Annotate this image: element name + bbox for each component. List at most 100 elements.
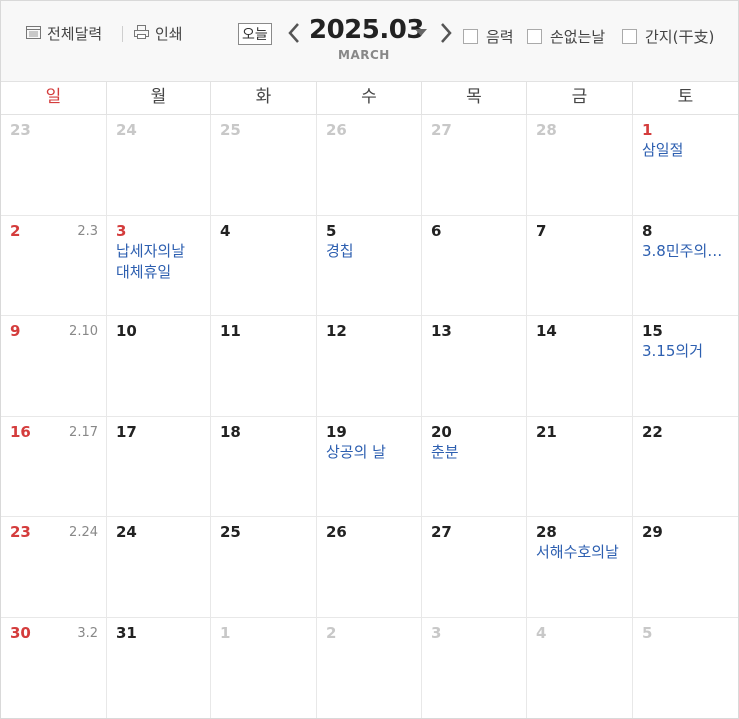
day-cell[interactable]: 23	[1, 115, 107, 215]
day-number: 17	[116, 422, 137, 441]
holiday-event[interactable]: 서해수호의날	[536, 542, 626, 562]
day-number: 8	[642, 221, 653, 240]
day-number: 5	[642, 623, 653, 642]
day-number: 24	[116, 523, 137, 541]
week-row: 22.33납세자의날대체휴일45경칩6783.8민주의거기념일	[1, 215, 738, 316]
day-cell[interactable]: 20 춘분	[422, 416, 527, 516]
day-cell[interactable]: 10	[107, 316, 211, 416]
no-spirit-day-option[interactable]: 손없는날	[527, 26, 605, 47]
day-number: 26	[326, 121, 347, 139]
day-cell[interactable]: 3	[422, 617, 527, 718]
day-cell[interactable]: 26	[317, 115, 422, 215]
day-cell[interactable]: 18	[211, 416, 317, 516]
ganji-checkbox[interactable]	[622, 29, 637, 44]
day-cell[interactable]: 4	[211, 215, 317, 315]
day-number: 14	[536, 322, 557, 340]
lunar-date: 2.17	[69, 424, 98, 440]
ganji-option[interactable]: 간지(干支)	[622, 26, 714, 47]
holiday-event[interactable]: 납세자의날	[116, 241, 206, 261]
full-calendar-button[interactable]: 전체달력	[26, 23, 102, 44]
day-cell[interactable]: 1 삼일절	[633, 115, 738, 215]
holiday-event[interactable]: 상공의 날	[326, 442, 416, 462]
no-spirit-day-checkbox[interactable]	[527, 29, 542, 44]
day-number: 4	[536, 623, 547, 642]
day-cell[interactable]: 83.8민주의거기념일	[633, 216, 738, 316]
day-number: 21	[536, 422, 557, 441]
week-row: 23 24 25 26 27 28 1 삼일절	[1, 115, 738, 216]
day-cell[interactable]: 22	[633, 417, 738, 517]
day-cell[interactable]: 1	[211, 617, 317, 718]
calendar-icon	[26, 25, 41, 43]
day-cell[interactable]: 25	[211, 115, 317, 215]
full-calendar-label: 전체달력	[47, 25, 103, 43]
holiday-event[interactable]: 춘분	[431, 442, 521, 462]
day-cell[interactable]: 13	[422, 316, 527, 416]
day-cell[interactable]: 26	[317, 517, 422, 617]
day-number: 2	[326, 623, 337, 642]
day-cell[interactable]: 7	[527, 215, 633, 315]
calendar-toolbar: 전체달력 인쇄 오늘 2025.03 MARCH 음력 손없는날 간지(干支)	[1, 1, 738, 82]
weekday-header: 일월화수목금 토	[1, 82, 738, 115]
day-number: 26	[326, 523, 347, 541]
holiday-event[interactable]: 3.15의거	[642, 341, 732, 361]
day-cell[interactable]: 24	[107, 115, 211, 215]
lunar-checkbox[interactable]	[463, 29, 478, 44]
day-number: 25	[220, 523, 241, 541]
week-row: 9 2.10 10 11 12 13 14 15 3.15의거	[1, 316, 738, 417]
day-cell[interactable]: 25	[211, 517, 317, 617]
day-cell[interactable]: 3 납세자의날 대체휴일	[107, 215, 211, 315]
lunar-date: 2.10	[69, 324, 98, 339]
print-button[interactable]: 인쇄	[134, 23, 183, 44]
lunar-label: 음력	[486, 28, 514, 46]
day-cell[interactable]: 28 서해수호의날	[527, 517, 633, 617]
day-cell[interactable]: 6	[422, 215, 527, 315]
today-button[interactable]: 오늘	[238, 23, 272, 45]
weekday-label: 목	[422, 82, 527, 114]
lunar-option[interactable]: 음력	[463, 26, 514, 47]
day-cell[interactable]: 23 2.24	[1, 517, 107, 617]
day-cell[interactable]: 29	[633, 517, 738, 617]
day-cell[interactable]: 15 3.15의거	[633, 316, 738, 416]
day-cell[interactable]: 21	[527, 416, 633, 516]
day-cell[interactable]: 5	[633, 618, 738, 719]
day-cell[interactable]: 30 3.2	[1, 617, 107, 718]
day-number: 31	[116, 623, 137, 642]
day-number: 22	[642, 422, 663, 441]
day-cell[interactable]: 19 상공의 날	[317, 416, 422, 516]
day-cell[interactable]: 14	[527, 316, 633, 416]
day-cell[interactable]: 27	[422, 115, 527, 215]
holiday-event[interactable]: 3.8민주의거기념일	[642, 241, 730, 261]
day-number: 19	[326, 422, 347, 441]
holiday-event[interactable]: 경칩	[326, 241, 416, 261]
day-cell[interactable]: 31	[107, 617, 211, 718]
weekday-label: 수	[317, 82, 422, 114]
next-month-arrow-icon[interactable]	[437, 19, 455, 47]
day-cell[interactable]: 2	[317, 617, 422, 718]
day-cell[interactable]: 9 2.10	[1, 316, 107, 416]
day-number: 27	[431, 121, 452, 139]
month-dropdown-caret-icon[interactable]	[415, 29, 427, 37]
day-cell[interactable]: 16 2.17	[1, 416, 107, 516]
day-cell[interactable]: 27	[422, 517, 527, 617]
day-number: 3	[116, 221, 127, 240]
prev-month-arrow-icon[interactable]	[285, 19, 303, 47]
holiday-event[interactable]: 대체휴일	[116, 262, 206, 282]
lunar-date: 2.3	[77, 223, 98, 239]
day-cell[interactable]: 17	[107, 416, 211, 516]
month-title[interactable]: 2025.03	[309, 15, 424, 45]
day-number: 13	[431, 322, 452, 340]
day-number: 11	[220, 322, 241, 340]
day-cell[interactable]: 24	[107, 517, 211, 617]
week-row: 23 2.24 24 25 26 27 28 서해수호의날 29	[1, 517, 738, 618]
day-cell[interactable]: 12	[317, 316, 422, 416]
day-cell[interactable]: 28	[527, 115, 633, 215]
day-number: 28	[536, 121, 557, 139]
day-cell[interactable]: 5 경칩	[317, 215, 422, 315]
day-cell[interactable]: 11	[211, 316, 317, 416]
lunar-date: 2.24	[69, 525, 98, 540]
day-number: 6	[431, 221, 442, 240]
day-cell[interactable]: 4	[527, 617, 633, 718]
day-number: 3	[431, 623, 442, 642]
holiday-event[interactable]: 삼일절	[642, 140, 732, 160]
day-cell[interactable]: 2 2.3	[1, 215, 107, 315]
